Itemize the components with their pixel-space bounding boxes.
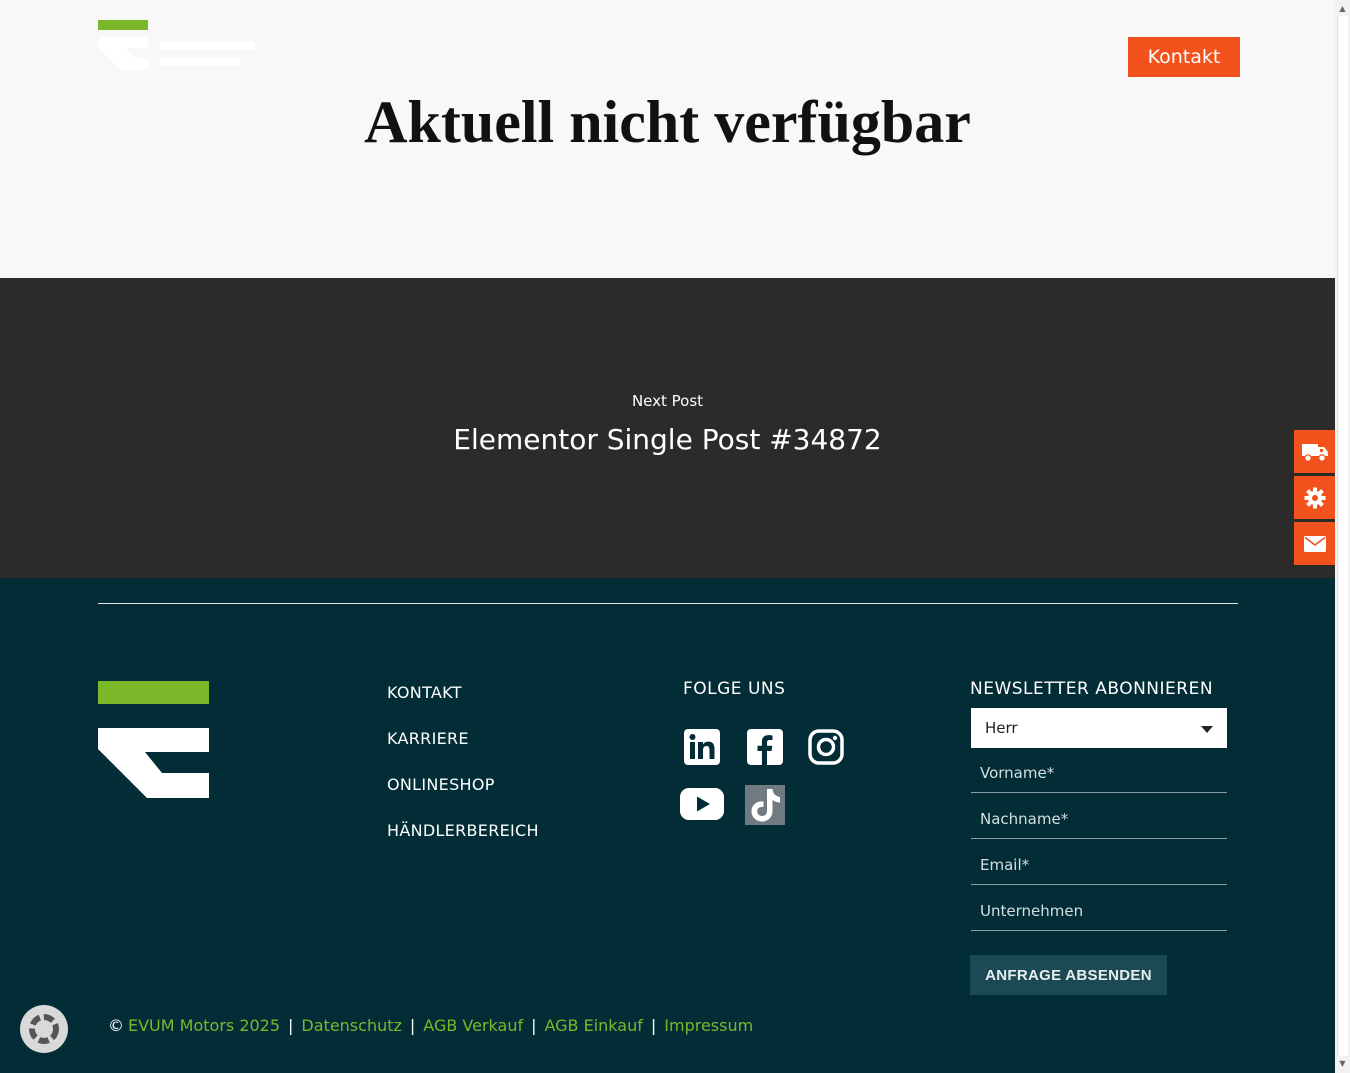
- gear-icon[interactable]: [1294, 476, 1335, 519]
- first-name-input[interactable]: [971, 753, 1227, 793]
- copyright-text: EVUM Motors 2025: [128, 1016, 281, 1035]
- footer-nav-karriere[interactable]: KARRIERE: [387, 729, 469, 748]
- salutation-select[interactable]: Herr: [971, 708, 1227, 748]
- page-title: Aktuell nicht verfügbar: [364, 89, 971, 155]
- footer: KONTAKT KARRIERE ONLINESHOP HÄNDLERBEREI…: [0, 578, 1335, 1073]
- instagram-icon[interactable]: [807, 728, 845, 766]
- footer-bottom-links: © EVUM Motors 2025 | Datenschutz | AGB V…: [108, 1016, 753, 1035]
- last-name-input[interactable]: [971, 799, 1227, 839]
- recaptcha-icon[interactable]: [20, 1005, 68, 1053]
- scrollbar-thumb[interactable]: [1337, 16, 1348, 1056]
- envelope-icon[interactable]: [1294, 522, 1335, 565]
- privacy-link[interactable]: Datenschutz: [301, 1016, 401, 1035]
- next-post-label: Next Post: [631, 392, 704, 410]
- youtube-icon[interactable]: [680, 787, 724, 821]
- footer-divider: [98, 603, 1238, 604]
- truck-icon[interactable]: [1294, 430, 1335, 473]
- facebook-icon[interactable]: [746, 728, 784, 766]
- contact-button[interactable]: Kontakt: [1128, 37, 1240, 77]
- footer-logo[interactable]: [98, 681, 209, 802]
- newsletter-heading: NEWSLETTER ABONNIEREN: [970, 679, 1214, 699]
- footer-nav-onlineshop[interactable]: ONLINESHOP: [387, 775, 495, 794]
- separator: |: [288, 1016, 294, 1035]
- company-input[interactable]: [971, 891, 1227, 931]
- chevron-down-icon: [1201, 719, 1213, 737]
- separator: |: [409, 1016, 416, 1035]
- header: Kontakt Aktuell nicht verfügbar: [0, 0, 1335, 278]
- page: Kontakt Aktuell nicht verfügbar Next Pos…: [0, 0, 1335, 1073]
- email-input[interactable]: [971, 845, 1227, 885]
- imprint-link[interactable]: Impressum: [664, 1016, 753, 1035]
- scroll-up-icon[interactable]: ▲: [1337, 2, 1348, 16]
- site-logo[interactable]: [98, 20, 258, 74]
- scroll-down-icon[interactable]: ▼: [1337, 1057, 1348, 1071]
- separator: |: [531, 1016, 537, 1035]
- footer-nav-kontakt[interactable]: KONTAKT: [387, 683, 462, 702]
- tiktok-icon[interactable]: [745, 785, 785, 825]
- copyright-symbol: ©: [108, 1016, 124, 1035]
- separator: |: [650, 1016, 657, 1035]
- next-post-link[interactable]: Elementor Single Post #34872: [0, 423, 1335, 456]
- follow-heading: FOLGE UNS: [683, 679, 786, 699]
- terms-purchase-link[interactable]: AGB Einkauf: [544, 1016, 642, 1035]
- submit-inquiry-button[interactable]: ANFRAGE ABSENDEN: [970, 955, 1167, 995]
- footer-nav-haendlerbereich[interactable]: HÄNDLERBEREICH: [387, 821, 539, 840]
- salutation-value: Herr: [985, 719, 1018, 737]
- terms-sales-link[interactable]: AGB Verkauf: [423, 1016, 523, 1035]
- next-post-section: Next Post Elementor Single Post #34872: [0, 278, 1335, 578]
- linkedin-icon[interactable]: [683, 728, 721, 766]
